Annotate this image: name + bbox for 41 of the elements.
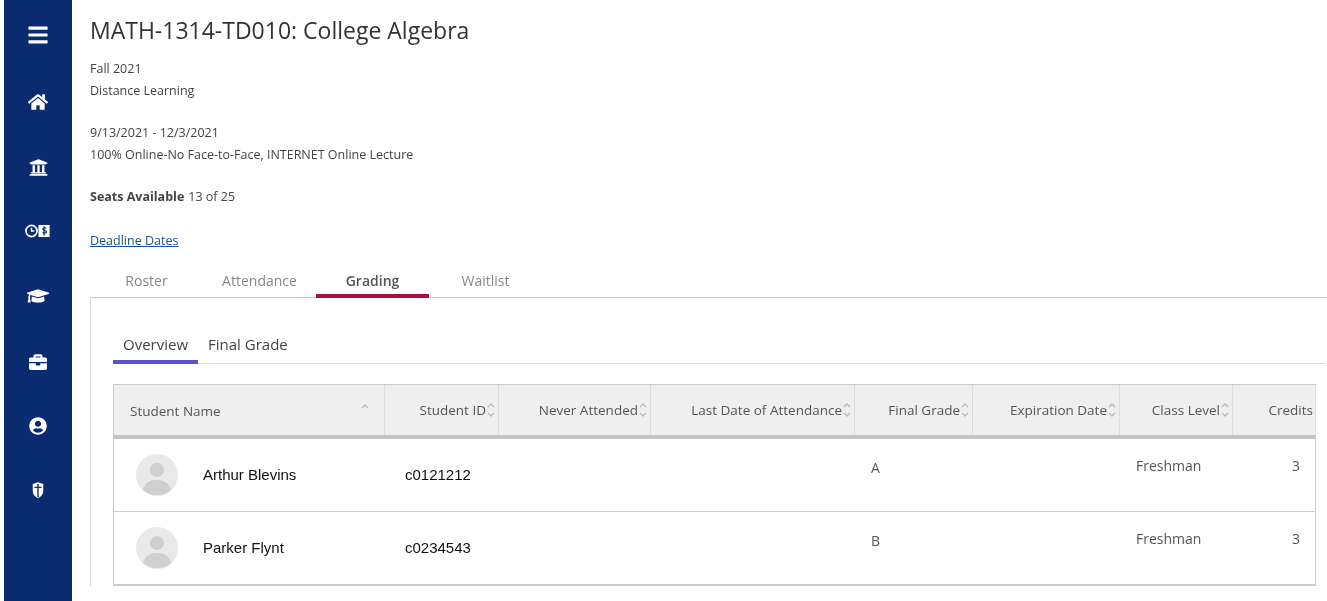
class-level: Freshman	[1136, 529, 1202, 548]
seats-value: 13 of 25	[188, 187, 236, 207]
column-header[interactable]: Never Attended	[499, 385, 651, 435]
class-level: Freshman	[1136, 456, 1202, 475]
final-grade: A	[871, 458, 880, 477]
student-name: Parker Flynt	[203, 537, 284, 558]
column-header[interactable]: Student ID	[385, 385, 499, 435]
final-grade: B	[871, 531, 881, 550]
home-icon[interactable]	[28, 92, 48, 112]
student-name: Arthur Blevins	[203, 464, 297, 485]
subtab[interactable]: Overview	[113, 328, 199, 364]
credits: 3	[1292, 528, 1300, 549]
column-header[interactable]: Credits	[1233, 385, 1316, 435]
tab[interactable]: Waitlist	[429, 266, 542, 298]
tab[interactable]: Roster	[90, 266, 203, 298]
campus-text: Distance Learning	[90, 81, 196, 101]
briefcase-icon[interactable]	[29, 353, 47, 371]
seats-label: Seats Available	[90, 187, 185, 207]
tab[interactable]: Attendance	[203, 266, 316, 298]
student-id: c0234543	[405, 537, 471, 558]
column-header[interactable]: Expiration Date	[973, 385, 1120, 435]
course-title: MATH-1314-TD010: College Algebra	[90, 14, 471, 46]
user-icon[interactable]	[29, 417, 47, 435]
dates-text: 9/13/2021 - 12/3/2021	[90, 123, 220, 143]
clock-dollar-icon[interactable]	[25, 223, 51, 239]
deadline-dates-link[interactable]: Deadline Dates	[90, 230, 179, 252]
menu-icon[interactable]	[27, 24, 49, 46]
tab[interactable]: Grading	[316, 266, 429, 298]
column-header[interactable]: Last Date of Attendance	[651, 385, 855, 435]
subtab[interactable]: Final Grade	[198, 328, 298, 364]
avatar-icon	[136, 454, 178, 496]
avatar-icon	[136, 527, 178, 569]
column-header[interactable]: Final Grade	[855, 385, 973, 435]
term-text: Fall 2021	[90, 59, 143, 79]
student-id: c0121212	[405, 464, 471, 485]
bank-icon[interactable]	[28, 158, 48, 177]
method-text: 100% Online-No Face-to-Face, INTERNET Online Lecture	[90, 145, 415, 165]
column-header[interactable]: Class Level	[1120, 385, 1233, 435]
shield-icon[interactable]	[31, 481, 45, 499]
column-header[interactable]: Student Name	[114, 385, 385, 435]
credits: 3	[1292, 455, 1300, 476]
